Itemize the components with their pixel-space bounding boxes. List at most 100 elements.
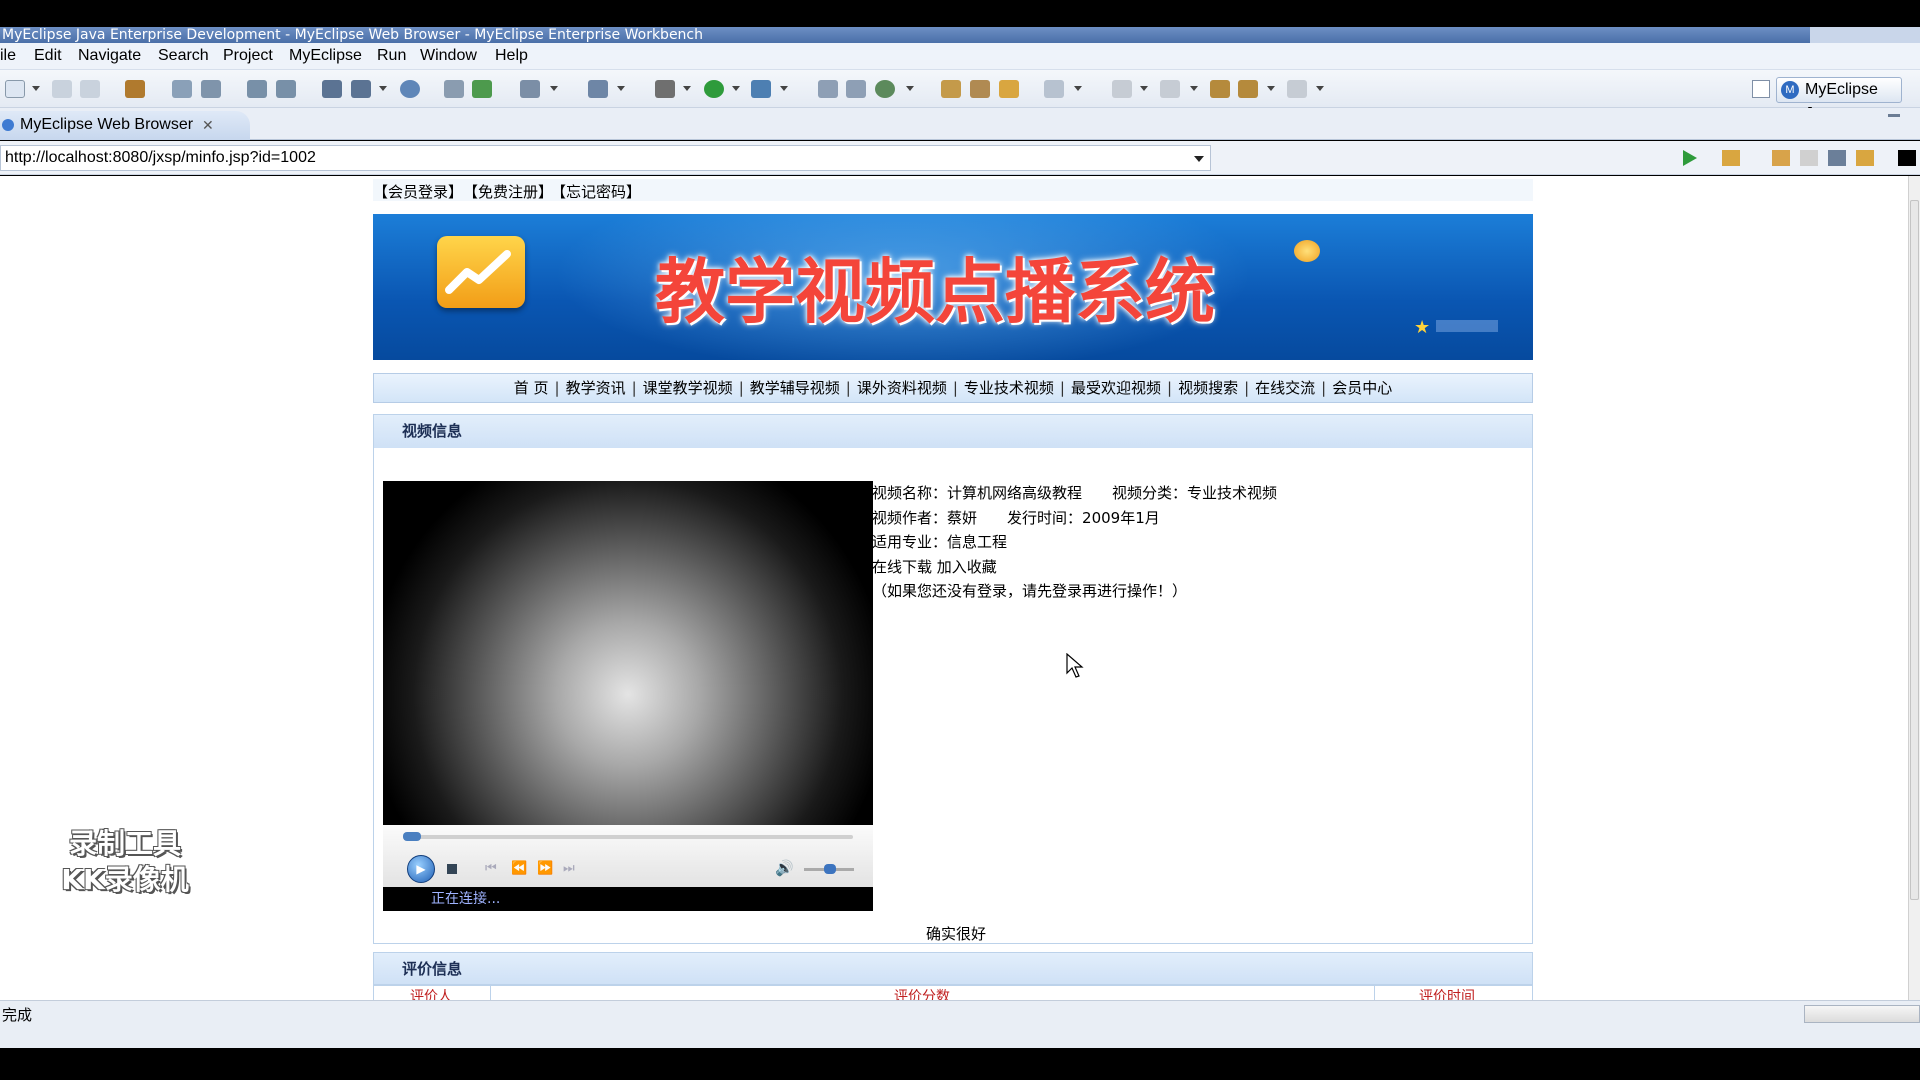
save-icon[interactable] [52,80,72,98]
fast-forward-icon[interactable]: ⏩ [537,861,553,876]
debug-dropdown-icon[interactable] [683,86,691,92]
external-tools-icon[interactable] [751,80,771,98]
nav-popular-videos[interactable]: 最受欢迎视频 [1071,374,1161,402]
nav-technical-videos[interactable]: 专业技术视频 [964,374,1054,402]
nav-home[interactable]: 首 页 [514,374,549,402]
menu-project[interactable]: Project [223,47,273,65]
save-all-icon[interactable] [80,80,100,98]
menu-help[interactable]: Help [495,47,528,65]
forgot-password-link[interactable]: 【忘记密码】 [551,181,641,202]
dropdown-icon[interactable] [617,86,625,92]
stop-icon[interactable] [447,864,457,874]
nav-member-center[interactable]: 会员中心 [1332,374,1392,402]
player-status: 正在连接... [383,887,873,911]
nav-tutoring-videos[interactable]: 教学辅导视频 [750,374,840,402]
next-annotation-icon[interactable] [1112,80,1132,98]
menu-window[interactable]: Window [420,47,477,65]
new-package-icon[interactable] [846,80,866,98]
open-icon[interactable] [444,80,464,98]
seek-bar[interactable] [403,835,853,839]
nav-separator: | [845,379,851,397]
menu-myeclipse[interactable]: MyEclipse [289,47,362,65]
open-perspective-icon[interactable] [1752,80,1770,98]
external-tools-dropdown-icon[interactable] [780,86,788,92]
refresh-icon[interactable] [472,80,492,98]
perspective-button[interactable]: M MyEclipse J... [1776,77,1902,122]
play-icon[interactable]: ▶ [407,855,435,883]
server-icon[interactable] [201,80,221,98]
last-edit-icon[interactable] [1210,80,1230,98]
back-icon[interactable] [1238,80,1258,98]
previous-icon[interactable]: ⏮ [485,861,497,876]
seek-handle[interactable] [403,832,421,841]
open-type-icon[interactable] [941,80,961,98]
dropdown-icon[interactable] [1074,86,1082,92]
dropdown-icon[interactable] [906,86,914,92]
new-interface-icon[interactable] [875,80,895,98]
nav-video-search[interactable]: 视频搜索 [1178,374,1238,402]
tab-web-browser[interactable]: MyEclipse Web Browser ✕ [0,111,250,140]
toolbar-icon[interactable] [322,80,342,98]
debug-icon[interactable] [655,80,675,98]
open-task-icon[interactable] [970,80,990,98]
volume-icon[interactable]: 🔊 [775,859,794,877]
register-link[interactable]: 【免费注册】 [463,181,553,202]
dropdown-icon[interactable] [1140,86,1148,92]
release-time-value: 2009年1月 [1082,508,1160,527]
next-icon[interactable]: ⏭ [563,861,575,876]
view-icon[interactable] [1898,150,1916,166]
chevron-down-icon[interactable] [1194,156,1204,162]
menu-run[interactable]: Run [377,47,406,65]
download-link[interactable]: 在线下载 [872,558,932,576]
forward-dropdown-icon[interactable] [1316,86,1324,92]
deploy-icon[interactable] [172,80,192,98]
volume-handle[interactable] [824,864,836,874]
prev-annotation-icon[interactable] [1160,80,1180,98]
browser-icon[interactable] [588,80,608,98]
screen-bottom-border [0,1048,1920,1080]
new-icon[interactable] [5,80,25,98]
back-dropdown-icon[interactable] [1267,86,1275,92]
toolbar-icon[interactable] [351,80,371,98]
globe-icon[interactable] [400,80,420,98]
media-player[interactable]: ▶ ⏮ ⏪ ⏩ ⏭ 🔊 正在连接... [383,481,873,911]
new-dropdown-icon[interactable] [32,86,40,92]
menu-search[interactable]: Search [158,47,209,65]
url-input[interactable]: http://localhost:8080/jxsp/minfo.jsp?id=… [0,145,1211,171]
run-dropdown-icon[interactable] [732,86,740,92]
favorites-icon[interactable] [1722,150,1740,166]
dropdown-icon[interactable] [550,86,558,92]
new-class-icon[interactable] [818,80,838,98]
nav-news[interactable]: 教学资讯 [566,374,626,402]
dropdown-icon[interactable] [1190,86,1198,92]
menu-file[interactable]: ile [0,47,16,65]
dropdown-icon[interactable] [379,86,387,92]
login-link[interactable]: 【会员登录】 [373,181,463,202]
back-icon[interactable] [1772,150,1790,166]
layout-icon[interactable] [520,80,540,98]
wizard-2-icon[interactable] [276,80,296,98]
add-favorite-link[interactable]: 加入收藏 [937,558,997,576]
package-icon[interactable] [125,80,145,98]
go-icon[interactable] [1683,150,1697,166]
menu-navigate[interactable]: Navigate [78,47,141,65]
search-icon[interactable] [999,80,1019,98]
minimize-icon[interactable] [1888,114,1900,117]
rewind-icon[interactable]: ⏪ [511,861,527,876]
close-icon[interactable]: ✕ [202,111,214,139]
wizard-icon[interactable] [247,80,267,98]
video-screen[interactable] [383,481,873,825]
scrollbar-thumb[interactable] [1910,200,1919,900]
run-icon[interactable] [704,80,724,98]
forward-icon[interactable] [1287,80,1307,98]
stop-icon[interactable] [1828,150,1846,166]
menu-edit[interactable]: Edit [34,47,62,65]
annotation-icon[interactable] [1044,80,1064,98]
nav-extra-videos[interactable]: 课外资料视频 [857,374,947,402]
vertical-scrollbar[interactable] [1908,176,1920,1000]
window-controls[interactable] [1810,27,1920,43]
nav-online-chat[interactable]: 在线交流 [1255,374,1315,402]
forward-icon[interactable] [1800,150,1818,166]
refresh-icon[interactable] [1856,150,1874,166]
nav-classroom-videos[interactable]: 课堂教学视频 [643,374,733,402]
